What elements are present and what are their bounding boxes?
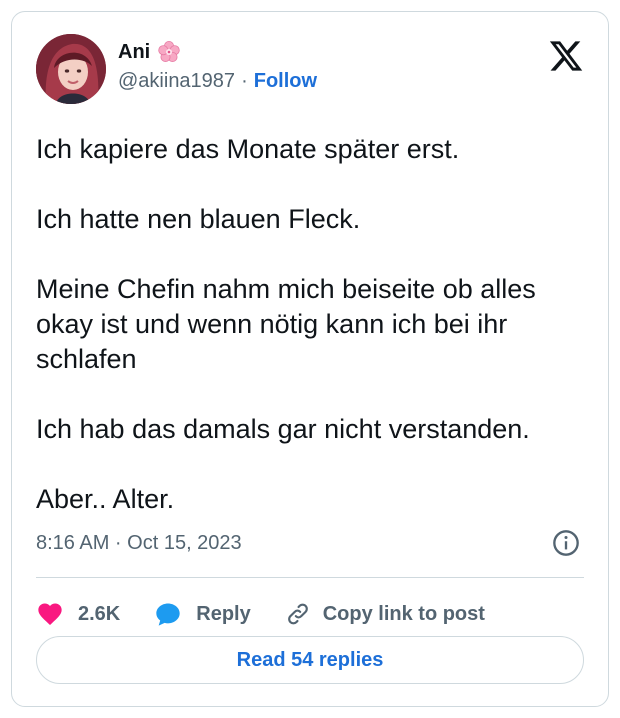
author-handle[interactable]: @akiina1987 bbox=[118, 70, 235, 93]
tweet-paragraph: Ich kapiere das Monate später erst. bbox=[36, 134, 460, 164]
read-replies-label: Read 54 replies bbox=[236, 648, 384, 671]
tweet-text: Ich kapiere das Monate später erst. Ich … bbox=[36, 132, 596, 517]
read-replies-button[interactable]: Read 54 replies bbox=[36, 636, 584, 684]
x-logo-icon[interactable] bbox=[548, 38, 584, 74]
tweet-paragraph: Ich hab das damals gar nicht verstanden. bbox=[36, 414, 530, 444]
info-icon[interactable] bbox=[552, 529, 580, 557]
author-name[interactable]: Ani bbox=[118, 41, 150, 64]
like-count: 2.6K bbox=[78, 602, 121, 625]
avatar[interactable] bbox=[36, 34, 106, 104]
tweet-paragraph: Aber.. Alter. bbox=[36, 484, 175, 514]
follow-button[interactable]: Follow bbox=[254, 70, 317, 93]
like-button[interactable]: 2.6K bbox=[36, 600, 120, 628]
tweet-card: Ani @akiina1987 · Follow Ich kapiere das… bbox=[11, 11, 609, 707]
action-bar: 2.6K Reply Copy link to post bbox=[36, 600, 485, 628]
copy-link-label: Copy link to post bbox=[322, 602, 485, 625]
copy-link-button[interactable]: Copy link to post bbox=[285, 601, 485, 627]
author-name-row: Ani bbox=[118, 40, 181, 64]
tweet-paragraph: Meine Chefin nahm mich beiseite ob alles… bbox=[36, 274, 536, 374]
cherry-blossom-icon bbox=[158, 41, 180, 62]
divider bbox=[36, 577, 584, 578]
separator-dot: · bbox=[241, 70, 248, 92]
heart-icon bbox=[38, 603, 62, 625]
tweet-timestamp[interactable]: 8:16 AM · Oct 15, 2023 bbox=[36, 532, 242, 555]
reply-button[interactable]: Reply bbox=[154, 600, 251, 628]
link-icon bbox=[287, 603, 308, 625]
tweet-paragraph: Ich hatte nen blauen Fleck. bbox=[36, 204, 361, 234]
reply-bubble-icon bbox=[156, 603, 180, 626]
reply-label: Reply bbox=[196, 602, 251, 625]
handle-row: @akiina1987 · Follow bbox=[118, 70, 317, 93]
